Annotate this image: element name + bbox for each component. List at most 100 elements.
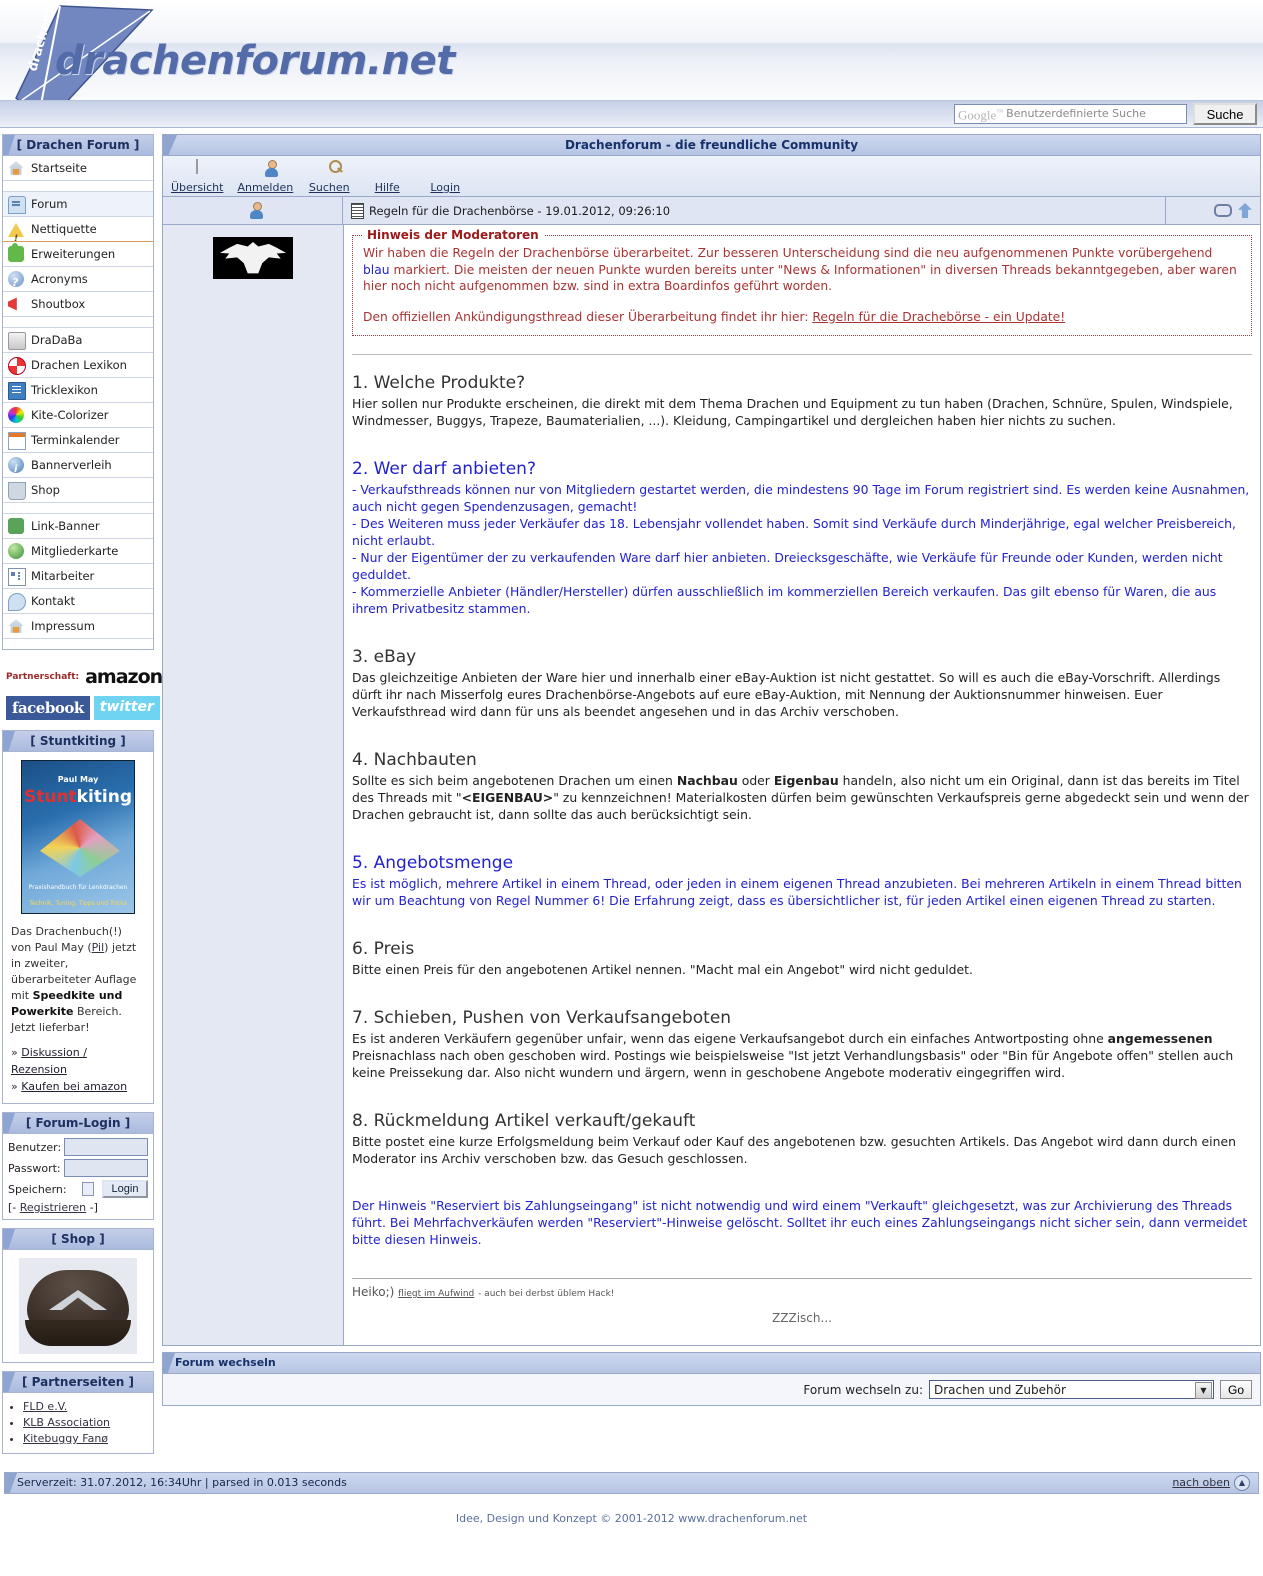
partner-link[interactable]: KLB Association — [23, 1416, 110, 1429]
amazon-partnership[interactable]: Partnerschaft: amazon.de — [2, 658, 154, 696]
moderator-notice-paragraph-2: Den offiziellen Ankündigungsthread diese… — [363, 309, 1241, 326]
pil-link[interactable]: Pil — [92, 941, 105, 954]
shop-cap-image[interactable] — [19, 1258, 137, 1354]
chevron-down-icon[interactable]: ▼ — [1195, 1382, 1212, 1399]
sidebar-item-forum[interactable]: Forum — [3, 192, 153, 217]
sidebar-item-label: Terminkalender — [31, 428, 120, 452]
sidebar-item-link-banner[interactable]: Link-Banner — [3, 514, 153, 539]
list-item[interactable]: Kitebuggy Fanø — [23, 1431, 147, 1446]
sidebar-item-dradaba[interactable]: DraDaBa — [3, 328, 153, 353]
forum-switch-panel: Forum wechseln Forum wechseln zu: Drache… — [162, 1352, 1261, 1406]
book-subtitle: Praxishandbuch für Lenkdrachen — [22, 884, 134, 891]
sidebar-item-label: Bannerverleih — [31, 453, 112, 477]
update-thread-link[interactable]: Regeln für die Drachebörse - ein Update! — [812, 310, 1065, 324]
search-input[interactable]: Google™ Benutzerdefinierte Suche — [954, 104, 1187, 124]
avatar — [213, 237, 293, 279]
list-item[interactable]: FLD e.V. — [23, 1399, 147, 1414]
remember-checkbox[interactable] — [82, 1182, 94, 1196]
final-blue-paragraph: Der Hinweis "Reserviert bis Zahlungseing… — [352, 1197, 1252, 1248]
sidebar-item-label: Mitarbeiter — [31, 564, 94, 588]
post-signature: Heiko;) fliegt im Aufwind - auch bei der… — [352, 1285, 1252, 1299]
forum-navbar: Übersicht Anmelden Suchen Hilfe Login — [163, 156, 1260, 197]
sidebar-item-bannerverleih[interactable]: Bannerverleih — [3, 453, 153, 478]
permalink-icon[interactable] — [1214, 204, 1232, 217]
document-icon — [171, 160, 223, 180]
nav-hilfe[interactable]: Hilfe — [365, 160, 409, 194]
social-links: facebook twitter — [2, 696, 154, 730]
notice-blue-word: blau — [363, 263, 390, 277]
login-button[interactable]: Login — [102, 1180, 148, 1198]
nav-label[interactable]: Login — [430, 181, 460, 194]
sidebar-forum-block: [ Drachen Forum ] Startseite Forum Netti… — [2, 134, 154, 650]
signature-rest: - auch bei derbst üblem Hack! — [478, 1289, 614, 1299]
rule-body-3: Das gleichzeitige Anbieten der Ware hier… — [352, 669, 1252, 720]
facebook-button[interactable]: facebook — [6, 696, 90, 720]
username-input[interactable] — [64, 1138, 148, 1156]
nav-suchen[interactable]: Suchen — [307, 160, 351, 194]
info-icon — [8, 457, 26, 473]
sidebar-item-tricklexikon[interactable]: Tricklexikon — [3, 378, 153, 403]
sidebar-item-label: Shoutbox — [31, 292, 85, 316]
list-item[interactable]: KLB Association — [23, 1415, 147, 1430]
nav-label[interactable]: Suchen — [309, 181, 350, 194]
nav-anmelden[interactable]: Anmelden — [237, 160, 293, 194]
sidebar-item-label: Mitgliederkarte — [31, 539, 118, 563]
forum-select[interactable]: Drachen und Zubehör ▼ — [929, 1380, 1214, 1399]
sidebar-item-acronyms[interactable]: Acronyms — [3, 267, 153, 292]
back-to-top-link[interactable]: nach oben — [1172, 1473, 1230, 1493]
sidebar-login-block: [ Forum-Login ] Benutzer: Passwort: Spei… — [2, 1112, 154, 1220]
sidebar-separator — [3, 181, 153, 192]
sidebar-item-label: Link-Banner — [31, 514, 100, 538]
home-icon — [8, 618, 26, 634]
nav-login[interactable]: Login — [423, 160, 467, 194]
partner-link[interactable]: Kitebuggy Fanø — [23, 1432, 108, 1445]
rule-heading-3: 3. eBay — [352, 647, 1252, 667]
sidebar-item-shop[interactable]: Shop — [3, 478, 153, 503]
register-link[interactable]: Registrieren — [20, 1201, 86, 1214]
buy-amazon-link[interactable]: Kaufen bei amazon — [21, 1080, 127, 1093]
signature-link[interactable]: fliegt im Aufwind — [398, 1289, 474, 1299]
scroll-up-icon[interactable] — [1238, 203, 1252, 218]
nav-label[interactable]: Hilfe — [375, 181, 400, 194]
partner-link[interactable]: FLD e.V. — [23, 1400, 67, 1413]
remember-label: Speichern: — [8, 1183, 66, 1196]
discussion-link[interactable]: Diskussion / Rezension — [11, 1046, 87, 1076]
sidebar-item-impressum[interactable]: Impressum — [3, 614, 153, 639]
arrow-up-icon[interactable]: ▲ — [1234, 1475, 1250, 1491]
book-footnote: Technik, Tuning, Tipps und Tricks — [22, 900, 134, 907]
sidebar-item-kite-colorizer[interactable]: Kite-Colorizer — [3, 403, 153, 428]
nav-label[interactable]: Übersicht — [171, 181, 223, 194]
rule-heading-5: 5. Angebotsmenge — [352, 853, 1252, 873]
search-button[interactable]: Suche — [1193, 103, 1257, 125]
puzzle-icon — [8, 246, 26, 262]
sidebar-forum-title: [ Drachen Forum ] — [3, 135, 153, 156]
sidebar-item-mitarbeiter[interactable]: Mitarbeiter — [3, 564, 153, 589]
bullet-glyph: » — [11, 1080, 18, 1093]
sidebar-item-drachen-lexikon[interactable]: Drachen Lexikon — [3, 353, 153, 378]
contact-icon — [8, 593, 26, 609]
home-icon — [8, 160, 26, 176]
password-input[interactable] — [64, 1159, 148, 1177]
post-author-cell — [163, 197, 343, 224]
sidebar-item-kontakt[interactable]: Kontakt — [3, 589, 153, 614]
sidebar-item-label: Erweiterungen — [31, 242, 115, 266]
sidebar-separator — [3, 639, 153, 649]
help-icon — [365, 160, 409, 180]
sidebar-separator — [3, 317, 153, 328]
sidebar-item-startseite[interactable]: Startseite — [3, 156, 153, 181]
sidebar-item-mitgliederkarte[interactable]: Mitgliederkarte — [3, 539, 153, 564]
rule-heading-7: 7. Schieben, Pushen von Verkaufsangebote… — [352, 1008, 1252, 1028]
stuntkiting-book-cover[interactable]: Paul May Stuntkiting Praxishandbuch für … — [21, 760, 135, 914]
sidebar-item-shoutbox[interactable]: Shoutbox — [3, 292, 153, 317]
sidebar-item-terminkalender[interactable]: Terminkalender — [3, 428, 153, 453]
sidebar-item-nettiquette[interactable]: Nettiquette — [3, 217, 153, 242]
nav-label[interactable]: Anmelden — [237, 181, 293, 194]
signature-divider — [352, 1278, 1252, 1279]
go-button[interactable]: Go — [1220, 1380, 1252, 1399]
twitter-button[interactable]: twitter — [94, 696, 160, 720]
sidebar-item-erweiterungen[interactable]: Erweiterungen — [3, 242, 153, 267]
main-content: Drachenforum - die freundliche Community… — [162, 134, 1261, 1412]
nav-uebersicht[interactable]: Übersicht — [171, 160, 223, 194]
colorwheel-icon — [8, 407, 26, 423]
stuntkiting-links: » Diskussion / Rezension » Kaufen bei am… — [3, 1044, 153, 1103]
